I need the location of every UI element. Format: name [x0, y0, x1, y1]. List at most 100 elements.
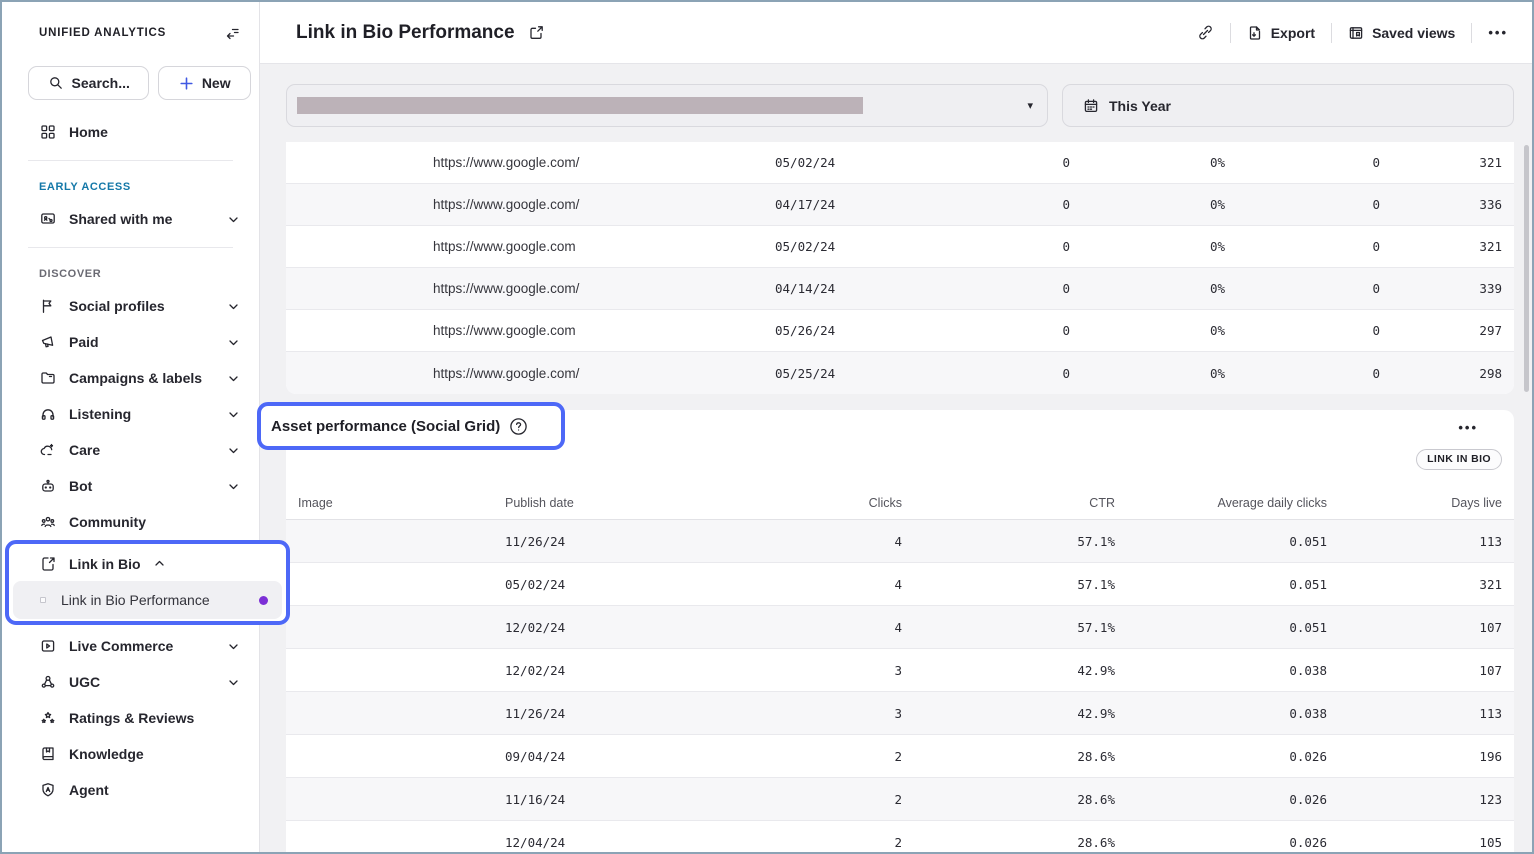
sidebar-item-care[interactable]: Care: [2, 432, 259, 468]
column-header-image: Image: [298, 496, 505, 510]
sidebar-item-live-commerce[interactable]: Live Commerce: [2, 628, 259, 664]
sidebar-item-link-in-bio-performance[interactable]: Link in Bio Performance: [13, 581, 282, 619]
headphones-icon: [40, 406, 56, 422]
links-table-row[interactable]: https://www.google.com 05/02/24 0 0% 0 3…: [286, 226, 1514, 268]
sidebar-item-campaigns-labels[interactable]: Campaigns & labels: [2, 360, 259, 396]
saved-views-button[interactable]: Saved views: [1348, 25, 1455, 41]
column-header-clicks: Clicks: [690, 496, 902, 510]
publish-date-cell: 05/02/24: [775, 155, 858, 170]
links-table-row[interactable]: https://www.google.com/ 04/17/24 0 0% 0 …: [286, 184, 1514, 226]
asset-table-row[interactable]: 05/02/24 4 57.1% 0.051 321: [286, 563, 1514, 606]
link-url-cell[interactable]: https://www.google.com: [433, 323, 775, 338]
clicks-cell: 4: [690, 534, 902, 549]
copy-link-icon[interactable]: [1197, 24, 1214, 41]
sidebar-item-community[interactable]: Community: [2, 504, 259, 540]
asset-table-row[interactable]: 11/26/24 3 42.9% 0.038 113: [286, 692, 1514, 735]
page-header: Link in Bio Performance Export Saved vie…: [260, 2, 1532, 64]
export-button[interactable]: Export: [1247, 25, 1315, 41]
asset-table-row[interactable]: 12/02/24 3 42.9% 0.038 107: [286, 649, 1514, 692]
link-url-cell[interactable]: https://www.google.com/: [433, 155, 775, 170]
asset-table-row[interactable]: 11/26/24 4 57.1% 0.051 113: [286, 520, 1514, 563]
sidebar-item-knowledge[interactable]: Knowledge: [2, 736, 259, 772]
publish-date-cell: 11/26/24: [505, 534, 690, 549]
link-url-cell[interactable]: https://www.google.com/: [433, 366, 775, 381]
clicks-cell: 2: [690, 835, 902, 850]
sidebar-item-home[interactable]: Home: [2, 114, 259, 150]
sidebar-item-social-profiles[interactable]: Social profiles: [2, 288, 259, 324]
sidebar-item-paid[interactable]: Paid: [2, 324, 259, 360]
clicks-cell: 0: [858, 281, 1070, 296]
links-table-row[interactable]: https://www.google.com/ 05/25/24 0 0% 0 …: [286, 352, 1514, 394]
links-table-row[interactable]: https://www.google.com 05/26/24 0 0% 0 2…: [286, 310, 1514, 352]
days-live-cell: 123: [1327, 792, 1502, 807]
app-window: UNIFIED ANALYTICS Search... New Home EAR…: [0, 0, 1534, 854]
link-url-cell[interactable]: https://www.google.com/: [433, 281, 775, 296]
publish-date-cell: 11/26/24: [505, 706, 690, 721]
clicks-cell: 2: [690, 792, 902, 807]
chevron-down-icon: [228, 677, 239, 688]
avg-daily-clicks-cell: 0.051: [1115, 577, 1327, 592]
publish-date-cell: 09/04/24: [505, 749, 690, 764]
links-table-row[interactable]: https://www.google.com/ 05/02/24 0 0% 0 …: [286, 142, 1514, 184]
selected-indicator-dot: [259, 596, 268, 605]
new-button[interactable]: New: [158, 66, 251, 100]
sidebar-item-listening[interactable]: Listening: [2, 396, 259, 432]
column-header-avg-daily-clicks: Average daily clicks: [1115, 496, 1327, 510]
link-in-bio-badge[interactable]: LINK IN BIO: [1416, 449, 1502, 470]
filter-dropdown[interactable]: ▾: [286, 84, 1048, 127]
chevron-down-icon: [228, 301, 239, 312]
publish-date-cell: 04/14/24: [775, 281, 858, 296]
shared-with-me-icon: [40, 211, 56, 227]
publish-date-cell: 11/16/24: [505, 792, 690, 807]
days-live-cell: 336: [1380, 197, 1502, 212]
avg-daily-clicks-cell: 0.038: [1115, 706, 1327, 721]
clicks-cell: 0: [858, 155, 1070, 170]
clicks-cell: 2: [690, 749, 902, 764]
external-link-icon[interactable]: [529, 25, 544, 40]
ctr-cell: 0%: [1070, 197, 1225, 212]
shared-with-me-label: Shared with me: [69, 211, 172, 227]
days-live-cell: 113: [1327, 706, 1502, 721]
avg-daily-clicks-cell: 0: [1225, 281, 1380, 296]
links-table-row[interactable]: https://www.google.com/ 04/14/24 0 0% 0 …: [286, 268, 1514, 310]
search-button[interactable]: Search...: [28, 66, 149, 100]
calendar-icon: [1083, 98, 1099, 114]
page-title: Link in Bio Performance: [296, 22, 515, 44]
link-in-bio-group: Link in Bio Link in Bio Performance: [2, 540, 259, 626]
early-access-section-label: EARLY ACCESS: [39, 181, 259, 193]
link-url-cell[interactable]: https://www.google.com: [433, 239, 775, 254]
asset-table-row[interactable]: 12/04/24 2 28.6% 0.026 105: [286, 821, 1514, 854]
avg-daily-clicks-cell: 0.026: [1115, 835, 1327, 850]
sidebar: UNIFIED ANALYTICS Search... New Home EAR…: [2, 2, 260, 852]
sidebar-item-bot[interactable]: Bot: [2, 468, 259, 504]
widget-more-options-button[interactable]: •••: [1458, 420, 1478, 435]
date-range-picker[interactable]: This Year: [1062, 84, 1514, 127]
ctr-cell: 57.1%: [902, 620, 1115, 635]
home-grid-icon: [40, 124, 56, 140]
vertical-scrollbar[interactable]: [1524, 145, 1529, 392]
link-url-cell[interactable]: https://www.google.com/: [433, 197, 775, 212]
asset-table-row[interactable]: 11/16/24 2 28.6% 0.026 123: [286, 778, 1514, 821]
home-label: Home: [69, 124, 108, 140]
more-options-button[interactable]: •••: [1488, 25, 1508, 40]
sidebar-item-shared-with-me[interactable]: Shared with me: [2, 201, 259, 237]
sidebar-item-ugc[interactable]: UGC: [2, 664, 259, 700]
days-live-cell: 321: [1380, 239, 1502, 254]
sidebar-item-link-in-bio[interactable]: Link in Bio: [13, 546, 282, 581]
clicks-cell: 4: [690, 620, 902, 635]
chevron-down-icon: [228, 373, 239, 384]
clicks-cell: 0: [858, 366, 1070, 381]
asset-table-row[interactable]: 09/04/24 2 28.6% 0.026 196: [286, 735, 1514, 778]
chevron-up-icon: [154, 558, 165, 569]
folder-icon: [40, 370, 56, 386]
asset-table-row[interactable]: 12/02/24 4 57.1% 0.051 107: [286, 606, 1514, 649]
help-icon[interactable]: [509, 417, 528, 436]
sidebar-item-agent[interactable]: Agent: [2, 772, 259, 808]
live-commerce-icon: [40, 638, 56, 654]
collapse-sidebar-icon[interactable]: [223, 24, 241, 42]
sidebar-item-ratings-reviews[interactable]: Ratings & Reviews: [2, 700, 259, 736]
flag-icon: [40, 298, 56, 314]
sidebar-divider: [28, 160, 233, 161]
publish-date-cell: 12/02/24: [505, 620, 690, 635]
days-live-cell: 321: [1380, 155, 1502, 170]
